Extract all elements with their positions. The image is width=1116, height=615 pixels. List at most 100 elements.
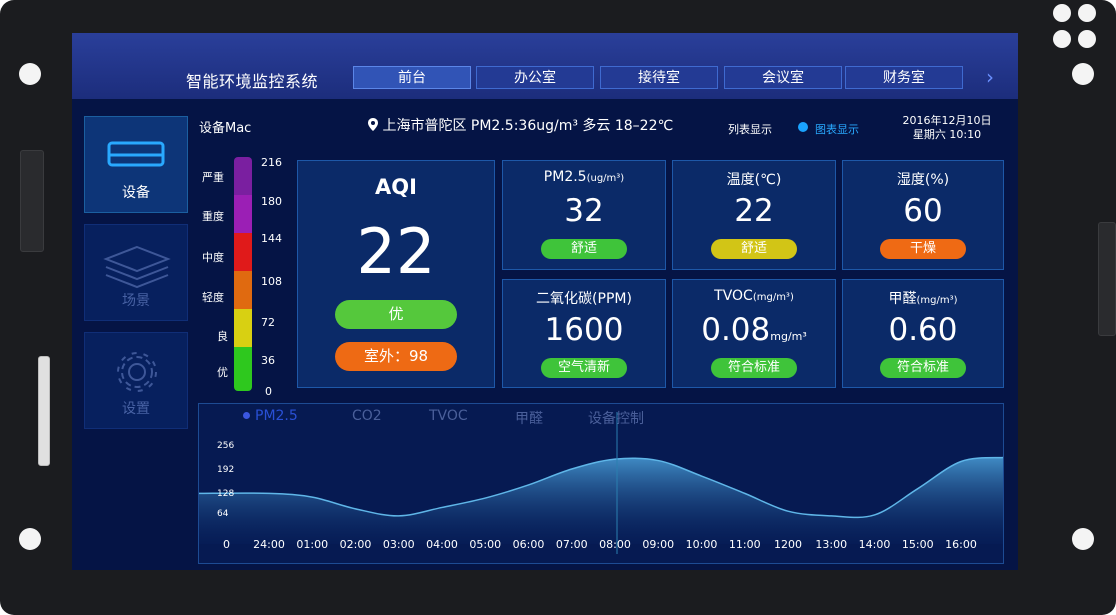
metric-value: 22 [734,193,774,229]
gear-icon [117,352,157,392]
scale-level-label: 优 [217,366,228,379]
x-tick-label: 07:00 [556,538,588,551]
sidebar-item-scenes[interactable]: 场景 [84,224,188,321]
metric-title: 湿度(%) [896,172,950,188]
metric-status-badge: 舒适 [541,239,627,259]
weekday-time-text: 星期六 10:10 [912,128,982,141]
x-tick-label: 16:00 [945,538,977,551]
tab-office[interactable]: 办公室 [476,66,594,89]
metric-status-badge: 干燥 [880,239,966,259]
metric-card-formaldehyde: 甲醛(mg/m³) 0.60 符合标准 [842,279,1004,388]
y-tick-label: 192 [217,465,234,475]
scale-level-label: 重度 [202,210,224,223]
metric-title: 二氧化碳(PPM) [536,291,632,307]
scale-bar-segment [234,157,252,195]
location-info: 上海市普陀区 PM2.5:36ug/m³ 多云 18–22℃ [368,115,673,135]
metric-value: 0.60 [888,312,958,348]
scale-level-label: 中度 [202,251,224,264]
scale-level-label: 严重 [202,171,224,184]
scale-bar-segment [234,271,252,309]
x-tick-label: 11:00 [729,538,761,551]
scale-number: 36 [261,354,275,367]
x-tick-label: 13:00 [815,538,847,551]
scale-level-label: 轻度 [202,291,224,304]
metric-title: 温度(℃) [726,172,782,188]
x-tick-label: 06:00 [513,538,545,551]
mount-hole [1053,4,1071,22]
tab-finance-room[interactable]: 财务室 [845,66,963,89]
aqi-value: 22 [356,215,436,288]
sidebar-item-label: 场景 [122,293,150,309]
x-tick-label: 01:00 [296,538,328,551]
scale-number: 0 [265,385,272,398]
x-tick-label: 15:00 [902,538,934,551]
y-tick-label: 64 [217,509,229,519]
scale-bar-segment [234,347,252,391]
metric-value: 60 [903,193,943,229]
view-list-toggle[interactable]: 列表显示 [728,121,772,137]
metric-status-badge: 符合标准 [880,358,966,378]
screen: 智能环境监控系统 前台 办公室 接待室 会议室 财务室 › 设备 场景 设置 设… [72,33,1018,570]
metric-title: 甲醛(mg/m³) [888,291,958,307]
side-connector [20,150,44,252]
metric-value: 1600 [544,312,624,348]
scale-number: 180 [261,195,282,208]
x-tick-label: 14:00 [859,538,891,551]
aqi-title: AQI [375,175,417,199]
tab-reception[interactable]: 接待室 [600,66,718,89]
y-tick-label: 128 [217,489,234,499]
mount-hole [1072,63,1094,85]
scale-bar-segment [234,233,252,271]
x-tick-label: 05:00 [469,538,501,551]
scale-bar-segment [234,309,252,347]
radio-selected-icon[interactable] [798,122,808,132]
x-tick-label: 04:00 [426,538,458,551]
scale-bar-segment [234,195,252,233]
scale-number: 108 [261,275,282,288]
y-tick-label: 256 [217,441,234,451]
pm25-area-chart: 0 64 128 192 256 24:00 01:00 02:00 03:00 04:00 05… [199,412,1003,554]
metric-status-badge: 空气清新 [541,358,627,378]
scale-level-label: 良 [217,330,228,343]
mount-hole [19,63,41,85]
mount-hole [1078,4,1096,22]
sidebar-item-label: 设备 [122,185,150,201]
chevron-right-icon[interactable]: › [986,66,994,89]
metric-card-tvoc: TVOC(mg/m³) 0.08mg/m³ 符合标准 [672,279,836,388]
scale-number: 72 [261,316,275,329]
metric-card-pm25: PM2.5(ug/m³) 32 舒适 [502,160,666,270]
date-text: 2016年12月10日 [902,114,992,127]
mount-hole [1053,30,1071,48]
aqi-card: AQI 22 优 室外：98 [297,160,495,388]
x-tick-label: 24:00 [253,538,285,551]
aqi-status-badge: 优 [335,300,457,329]
app-title: 智能环境监控系统 [186,72,319,91]
location-text: 上海市普陀区 PM2.5:36ug/m³ 多云 18–22℃ [382,118,674,134]
metric-status-badge: 舒适 [711,239,797,259]
metric-status-badge: 符合标准 [711,358,797,378]
x-tick-label: 03:00 [383,538,415,551]
location-pin-icon [368,118,382,134]
metric-title: TVOC(mg/m³) [714,288,794,304]
outdoor-aqi-badge: 室外：98 [335,342,457,371]
x-tick-label: 09:00 [642,538,674,551]
tab-meeting-room[interactable]: 会议室 [724,66,842,89]
air-conditioner-icon [107,141,165,167]
layers-icon [103,245,171,289]
mount-hole [19,528,41,550]
sidebar-item-label: 设置 [122,401,150,417]
metric-card-humidity: 湿度(%) 60 干燥 [842,160,1004,270]
mount-hole [1078,30,1096,48]
view-chart-toggle[interactable]: 图表显示 [815,121,859,137]
scale-number: 144 [261,232,282,245]
metric-value: 0.08mg/m³ [701,312,807,348]
scale-number: 216 [261,156,282,169]
tab-front-desk[interactable]: 前台 [353,66,471,89]
side-connector [1098,222,1116,336]
top-bar: 智能环境监控系统 前台 办公室 接待室 会议室 财务室 › [72,33,1018,99]
device-name: 设备Mac [199,121,252,136]
sidebar-item-settings[interactable]: 设置 [84,332,188,429]
x-tick-label: 1200 [774,538,802,551]
sidebar-item-devices[interactable]: 设备 [84,116,188,213]
side-connector [38,356,50,466]
